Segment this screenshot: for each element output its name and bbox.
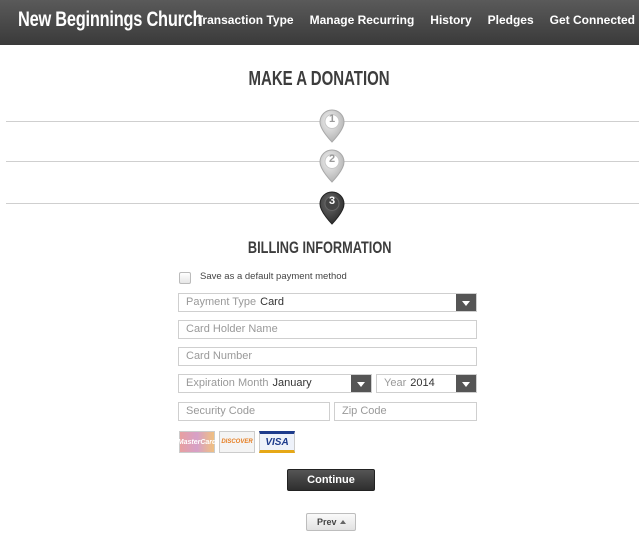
- nav-transaction-type[interactable]: Transaction Type: [196, 13, 294, 27]
- payment-type-value: Card: [260, 296, 284, 308]
- continue-button[interactable]: Continue: [287, 469, 375, 491]
- expiration-month-label: Expiration Month: [186, 377, 269, 389]
- chevron-down-icon: [456, 375, 476, 392]
- expiration-year-select[interactable]: Year 2014: [376, 374, 477, 393]
- save-default-label: Save as a default payment method: [200, 271, 347, 282]
- nav-manage-recurring[interactable]: Manage Recurring: [310, 13, 415, 27]
- top-navigation-bar: New Beginnings Church Transaction Type M…: [0, 0, 639, 45]
- nav-history[interactable]: History: [430, 13, 471, 27]
- nav-get-connected[interactable]: Get Connected: [550, 13, 635, 27]
- payment-type-label: Payment Type: [186, 296, 257, 308]
- nav-pledges[interactable]: Pledges: [488, 13, 534, 27]
- caret-up-icon: [340, 520, 346, 524]
- zip-code-input[interactable]: Zip Code: [334, 402, 477, 421]
- prev-button[interactable]: Prev: [306, 513, 356, 531]
- card-number-input[interactable]: Card Number: [178, 347, 477, 366]
- step-number: 1: [328, 113, 336, 125]
- accepted-cards: MasterCard DISCOVER VISA: [178, 431, 295, 453]
- prev-button-label: Prev: [317, 517, 337, 527]
- year-label: Year: [384, 377, 407, 389]
- section-title: BILLING INFORMATION: [247, 238, 392, 257]
- step-indicator-3: 3: [317, 190, 347, 226]
- security-code-input[interactable]: Security Code: [178, 402, 330, 421]
- brand-logo[interactable]: New Beginnings Church: [18, 8, 203, 32]
- chevron-down-icon: [456, 294, 476, 311]
- step-number: 3: [328, 195, 336, 207]
- save-default-checkbox[interactable]: [179, 272, 191, 284]
- card-holder-name-input[interactable]: Card Holder Name: [178, 320, 477, 339]
- mastercard-icon: MasterCard: [178, 431, 216, 453]
- step-indicator-1: 1: [317, 108, 347, 144]
- zip-code-placeholder: Zip Code: [342, 405, 387, 417]
- visa-icon: VISA: [259, 431, 295, 453]
- year-value: 2014: [410, 377, 435, 389]
- discover-icon: DISCOVER: [219, 431, 255, 453]
- security-code-placeholder: Security Code: [186, 405, 256, 417]
- step-number: 2: [328, 153, 336, 165]
- payment-type-select[interactable]: Payment Type Card: [178, 293, 477, 312]
- main-nav: Transaction Type Manage Recurring Histor…: [180, 13, 635, 27]
- page-title: MAKE A DONATION: [248, 68, 391, 90]
- card-holder-placeholder: Card Holder Name: [186, 323, 278, 335]
- chevron-down-icon: [351, 375, 371, 392]
- card-number-placeholder: Card Number: [186, 350, 253, 362]
- expiration-month-value: January: [272, 377, 312, 389]
- expiration-month-select[interactable]: Expiration Month January: [178, 374, 372, 393]
- step-indicator-2: 2: [317, 148, 347, 184]
